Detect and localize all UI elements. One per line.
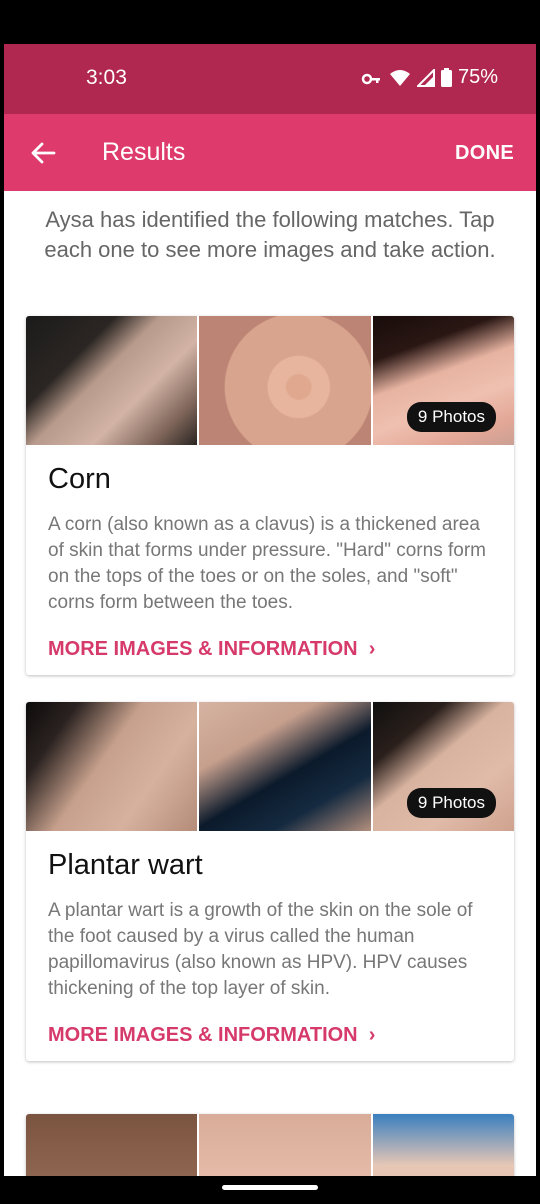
result-title: Corn	[48, 463, 111, 495]
phone-screen: 3:03 75% Results DONE Aysa has identifie…	[4, 44, 536, 1176]
vpn-key-icon	[361, 70, 383, 86]
battery-percent: 75%	[457, 66, 498, 88]
photo-count-badge: 9 Photos	[406, 402, 496, 432]
wifi-icon	[389, 69, 411, 87]
status-bar: 3:03 75%	[4, 44, 536, 114]
condition-photo[interactable]	[26, 1114, 198, 1176]
condition-photo[interactable]	[199, 1114, 371, 1176]
more-info-label: MORE IMAGES & INFORMATION	[48, 638, 358, 660]
result-title: Plantar wart	[48, 849, 203, 881]
result-description: A plantar wart is a growth of the skin o…	[48, 900, 473, 999]
result-card-corn[interactable]: 9 Photos Corn A corn (also known as a cl…	[26, 316, 514, 675]
battery-icon	[440, 68, 452, 87]
more-info-label: MORE IMAGES & INFORMATION	[48, 1024, 358, 1046]
navigation-handle[interactable]	[222, 1185, 318, 1190]
results-list[interactable]: Aysa has identified the following matche…	[4, 191, 536, 1176]
photo-strip[interactable]	[26, 1114, 514, 1176]
more-info-link[interactable]: MORE IMAGES & INFORMATION ›	[48, 1024, 375, 1047]
photo-strip[interactable]: 9 Photos	[26, 702, 514, 831]
chevron-right-icon: ›	[363, 638, 376, 660]
chevron-right-icon: ›	[363, 1024, 376, 1046]
status-icons: 75%	[361, 66, 498, 89]
done-button[interactable]: DONE	[455, 142, 514, 165]
condition-photo[interactable]	[199, 702, 371, 831]
photo-strip[interactable]: 9 Photos	[26, 316, 514, 445]
intro-text: Aysa has identified the following matche…	[44, 207, 496, 262]
arrow-left-icon[interactable]	[30, 140, 56, 166]
condition-photo[interactable]	[372, 1114, 514, 1176]
status-time: 3:03	[86, 66, 127, 89]
page-title: Results	[102, 138, 186, 166]
condition-photo[interactable]	[26, 702, 198, 831]
result-card-plantar-wart[interactable]: 9 Photos Plantar wart A plantar wart is …	[26, 702, 514, 1061]
condition-photo[interactable]	[199, 316, 371, 445]
signal-icon	[416, 68, 435, 87]
photo-count-badge: 9 Photos	[406, 788, 496, 818]
app-bar: Results DONE	[4, 114, 536, 191]
condition-photo[interactable]	[26, 316, 198, 445]
result-card-partial[interactable]	[26, 1114, 514, 1176]
more-info-link[interactable]: MORE IMAGES & INFORMATION ›	[48, 638, 375, 661]
result-description: A corn (also known as a clavus) is a thi…	[48, 514, 486, 613]
